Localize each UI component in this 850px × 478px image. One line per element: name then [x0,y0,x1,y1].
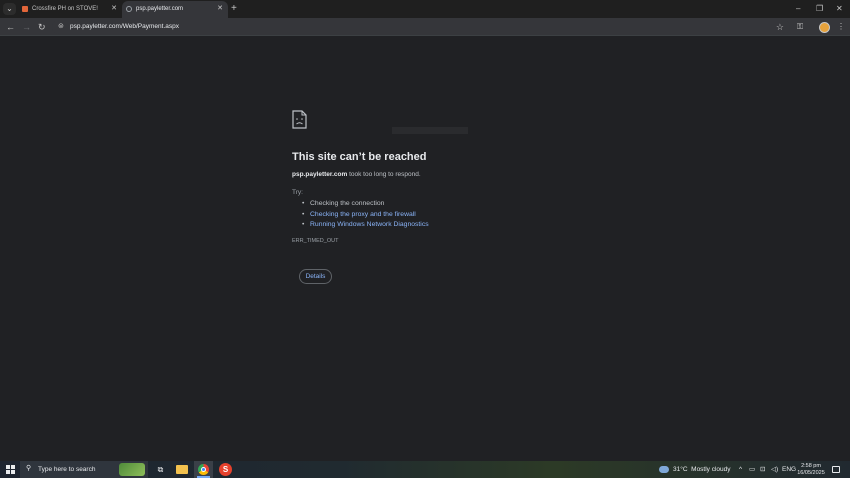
tab-search-chevron-icon[interactable]: ⌄ [3,3,16,15]
close-tab-icon[interactable]: ✕ [111,1,117,17]
weather-temp: 31°C [673,466,688,473]
notification-icon[interactable] [832,466,840,473]
back-icon[interactable]: ← [6,21,15,33]
address-bar[interactable]: ⊜ psp.payletter.com/Web/Payment.aspx ☆ [52,20,790,34]
stove-app-icon[interactable]: S [219,463,232,476]
system-clock[interactable]: 2:58 pm 16/05/2025 [796,463,826,477]
restore-button[interactable]: ❐ [816,2,823,16]
close-window-button[interactable]: ✕ [836,2,843,16]
tab-strip: ⌄ Crossfire PH on STOVE! ✕ psp.payletter… [0,0,850,18]
details-button[interactable]: Details [299,269,332,284]
tab-crossfire[interactable]: Crossfire PH on STOVE! ✕ [18,1,122,18]
chrome-taskbar-icon[interactable] [194,461,213,478]
chrome-logo-icon [198,464,209,475]
cloud-icon [659,465,669,473]
windows-start-icon[interactable] [6,465,15,474]
error-description: psp.payletter.com took too long to respo… [292,171,421,178]
search-placeholder[interactable]: Type here to search [38,461,95,478]
error-description-suffix: took too long to respond. [347,171,421,178]
taskbar: ⚲ Type here to search ⧉ S 31°C Mostly cl… [0,461,850,478]
globe-icon [126,6,132,12]
tab-payletter[interactable]: psp.payletter.com ✕ [122,1,228,18]
error-page: This site can’t be reached psp.payletter… [0,37,850,461]
faint-overlay [392,127,468,134]
url-text[interactable]: psp.payletter.com/Web/Payment.aspx [70,20,179,34]
taskbar-search-box[interactable]: ⚲ Type here to search [20,461,148,478]
tab-title: psp.payletter.com [136,6,184,12]
new-tab-plus-icon[interactable]: + [231,2,237,16]
language-indicator[interactable]: ENG [782,461,796,478]
clock-time: 2:58 pm [801,463,821,469]
clock-date: 16/05/2025 [797,470,825,476]
search-highlight-image [119,463,145,476]
star-icon[interactable]: ☆ [776,20,784,34]
reload-icon[interactable]: ↻ [38,21,46,33]
meet-now-icon[interactable]: ▭ [749,461,755,478]
suggestion-list: Checking the connection Checking the pro… [302,199,429,231]
weather-widget[interactable]: 31°C Mostly cloudy [659,461,731,478]
profile-avatar[interactable] [819,22,830,33]
stove-favicon-icon [22,6,28,12]
sad-document-icon [292,110,307,129]
menu-icon[interactable]: ⋮ [837,21,845,33]
try-label: Try: [292,189,303,196]
site-info-icon[interactable]: ⊜ [58,22,64,30]
tab-title: Crossfire PH on STOVE! [32,6,98,12]
extensions-icon[interactable]: ⚿ [797,21,803,33]
close-tab-icon[interactable]: ✕ [217,1,223,17]
search-icon: ⚲ [26,465,32,472]
volume-icon[interactable]: ◁) [771,461,778,478]
file-explorer-icon[interactable] [176,465,188,474]
network-icon[interactable]: ⊡ [760,461,765,478]
minimize-button[interactable]: – [796,2,800,16]
suggestion-network-diagnostics-link[interactable]: Running Windows Network Diagnostics [302,220,429,231]
forward-icon[interactable]: → [22,21,31,33]
show-hidden-icons-chevron-icon[interactable]: ^ [739,461,742,478]
weather-condition: Mostly cloudy [691,466,731,473]
suggestion-check-proxy-link[interactable]: Checking the proxy and the firewall [302,210,429,221]
error-heading: This site can’t be reached [292,151,427,163]
browser-toolbar: ← → ↻ ⊜ psp.payletter.com/Web/Payment.as… [0,18,850,36]
error-host: psp.payletter.com [292,171,348,178]
error-code: ERR_TIMED_OUT [292,238,339,244]
suggestion-check-connection: Checking the connection [302,199,429,210]
task-view-icon[interactable]: ⧉ [154,463,167,476]
